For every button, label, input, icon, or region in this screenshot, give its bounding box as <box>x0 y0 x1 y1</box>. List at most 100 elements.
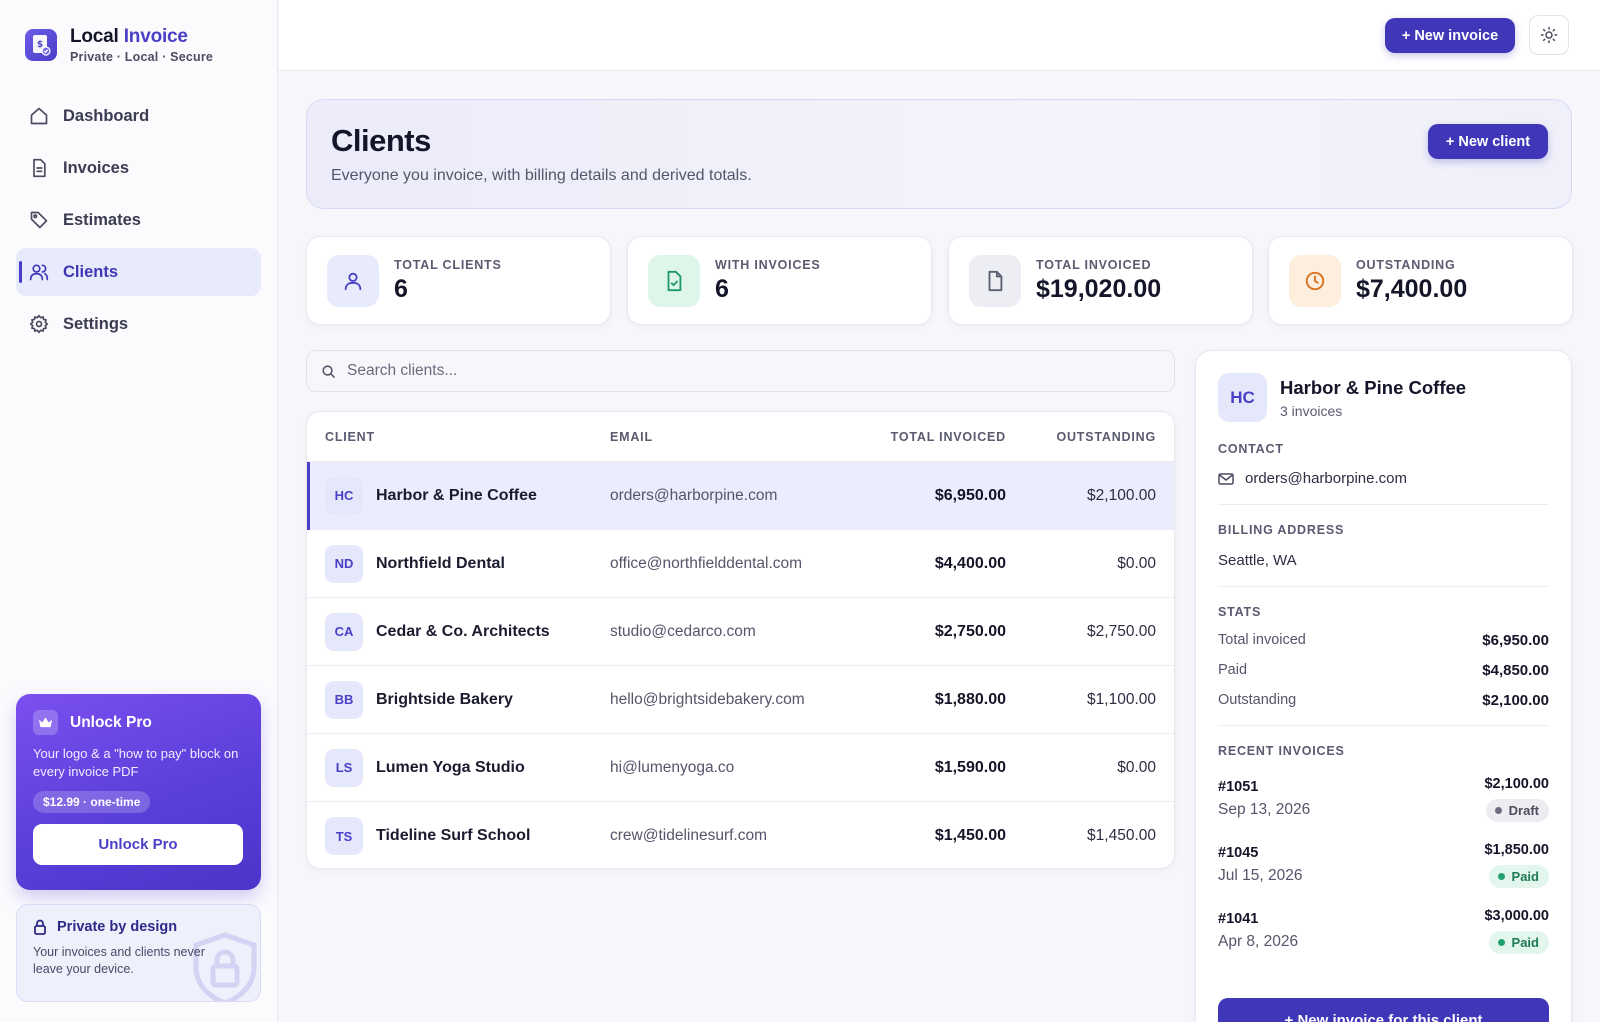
client-outstanding: $1,100.00 <box>1087 690 1156 708</box>
nav-label: Settings <box>63 314 129 333</box>
detail-client-name: Harbor & Pine Coffee <box>1280 376 1467 398</box>
privacy-card: Private by design Your invoices and clie… <box>16 904 261 1002</box>
sidebar: $ Local Invoice Private · Local · Secure… <box>0 0 278 1022</box>
table-row[interactable]: BB Brightside Bakery hello@brightsidebake… <box>307 666 1174 734</box>
recent-invoices-label: RECENT INVOICES <box>1218 744 1345 758</box>
client-name: Brightside Bakery <box>376 690 513 708</box>
nav-item-dashboard[interactable]: Dashboard <box>16 92 261 140</box>
brand-name: Local Invoice <box>70 26 188 47</box>
theme-toggle-button[interactable] <box>1529 15 1569 55</box>
column-header-email[interactable]: EMAIL <box>610 430 653 444</box>
table-row[interactable]: LS Lumen Yoga Studio hi@lumenyoga.co $1,5… <box>307 734 1174 802</box>
status-badge: Draft <box>1485 799 1549 822</box>
detail-address: Seattle, WA <box>1218 552 1297 569</box>
crown-icon <box>33 710 58 735</box>
file-icon <box>33 158 46 178</box>
users-icon <box>327 254 379 307</box>
stat-amount: $2,100.00 <box>1482 691 1549 709</box>
stat-amount: $4,850.00 <box>1482 661 1549 679</box>
client-email: studio@cedarco.com <box>610 622 756 640</box>
users-icon <box>29 264 49 281</box>
nav-item-settings[interactable]: Settings <box>16 300 261 348</box>
divider <box>1218 725 1549 726</box>
nav-label: Clients <box>63 262 119 281</box>
stat-value: 6 <box>715 274 729 303</box>
client-name: Northfield Dental <box>376 554 505 572</box>
detail-email[interactable]: orders@harborpine.com <box>1245 470 1407 487</box>
brand[interactable]: $ Local Invoice Private · Local · Secure <box>25 26 213 64</box>
client-name: Cedar & Co. Architects <box>376 622 550 640</box>
recent-invoice-item[interactable]: #1041 Apr 8, 2026 $3,000.00 Paid <box>1218 908 1549 974</box>
top-bar: + New invoice <box>279 0 1600 71</box>
client-name: Lumen Yoga Studio <box>376 758 525 776</box>
client-email: crew@tidelinesurf.com <box>610 827 768 844</box>
client-email: hi@lumenyoga.co <box>610 758 735 776</box>
table-row[interactable]: HC Harbor & Pine Coffee orders@harborpine… <box>307 462 1174 530</box>
nav-label: Invoices <box>63 158 130 177</box>
client-initials-avatar: BB <box>325 680 363 719</box>
nav-label: Dashboard <box>63 106 150 125</box>
page-subtitle: Everyone you invoice, with billing detai… <box>331 167 752 184</box>
nav-label: Estimates <box>63 210 141 229</box>
stat-name: Total invoiced <box>1218 632 1306 648</box>
tag-icon <box>30 211 48 229</box>
column-header-client[interactable]: CLIENT <box>325 430 375 444</box>
pro-title: Unlock Pro <box>70 713 152 731</box>
invoice-number: #1051 <box>1218 779 1259 795</box>
client-email: office@northfielddental.com <box>610 554 803 572</box>
column-header-total-invoiced[interactable]: TOTAL INVOICED <box>891 430 1006 444</box>
clients-table: CLIENT EMAIL TOTAL INVOICED OUTSTANDING … <box>306 411 1175 869</box>
search-icon <box>322 364 335 378</box>
nav-item-clients[interactable]: Clients <box>16 248 261 296</box>
stat-name: Paid <box>1218 662 1248 678</box>
client-outstanding: $2,100.00 <box>1087 486 1156 504</box>
client-name: Tideline Surf School <box>376 827 531 844</box>
sun-icon <box>1540 26 1558 44</box>
stat-label: OUTSTANDING <box>1356 257 1456 272</box>
client-initials-avatar: ND <box>325 544 363 583</box>
new-invoice-button[interactable]: + New invoice <box>1385 18 1515 53</box>
detail-initials-avatar: HC <box>1218 373 1267 422</box>
divider <box>1218 586 1549 587</box>
client-outstanding: $1,450.00 <box>1087 827 1156 844</box>
nav-item-invoices[interactable]: Invoices <box>16 144 261 192</box>
invoice-amount: $2,100.00 <box>1484 776 1549 792</box>
file-check-icon <box>648 254 700 307</box>
app-logo-icon: $ <box>25 29 57 61</box>
stats-label: STATS <box>1218 605 1262 619</box>
new-client-button[interactable]: + New client <box>1428 124 1548 159</box>
stat-card-total-clients: TOTAL CLIENTS 6 <box>306 236 611 325</box>
column-header-outstanding[interactable]: OUTSTANDING <box>1056 430 1156 444</box>
lock-icon <box>34 919 46 935</box>
client-email: hello@brightsidebakery.com <box>610 690 805 708</box>
table-row[interactable]: ND Northfield Dental office@northfieldden… <box>307 530 1174 598</box>
privacy-text: Your invoices and clients never leave yo… <box>33 945 205 976</box>
search-input[interactable] <box>347 362 1127 380</box>
invoice-date: Jul 15, 2026 <box>1218 867 1303 884</box>
nav-item-estimates[interactable]: Estimates <box>16 196 261 244</box>
invoice-date: Sep 13, 2026 <box>1218 801 1311 818</box>
table-row[interactable]: CA Cedar & Co. Architects studio@cedarco.… <box>307 598 1174 666</box>
main-nav: Dashboard Invoices Estimates Clients Set… <box>16 92 261 352</box>
page-header: Clients Everyone you invoice, with billi… <box>306 99 1572 209</box>
new-invoice-for-client-button[interactable]: + New invoice for this client <box>1218 998 1549 1022</box>
pro-price-badge: $12.99 · one-time <box>33 791 151 813</box>
recent-invoice-item[interactable]: #1045 Jul 15, 2026 $1,850.00 Paid <box>1218 842 1549 908</box>
document-icon <box>969 254 1021 307</box>
recent-invoice-item[interactable]: #1051 Sep 13, 2026 $2,100.00 Draft <box>1218 776 1549 842</box>
privacy-title: Private by design <box>57 919 178 935</box>
search-bar <box>306 350 1175 392</box>
table-row[interactable]: TS Tideline Surf School crew@tidelinesurf… <box>307 802 1174 868</box>
billing-address-label: BILLING ADDRESS <box>1218 523 1345 537</box>
stat-label: TOTAL INVOICED <box>1036 257 1152 272</box>
invoice-number: #1041 <box>1218 911 1259 927</box>
client-email: orders@harborpine.com <box>610 486 778 504</box>
clock-icon <box>1289 254 1341 307</box>
invoice-amount: $3,000.00 <box>1484 908 1549 924</box>
client-outstanding: $2,750.00 <box>1087 622 1156 640</box>
divider <box>1218 504 1549 505</box>
client-initials-avatar: TS <box>325 817 363 855</box>
unlock-pro-button[interactable]: Unlock Pro <box>33 824 243 865</box>
stat-card-total-invoiced: TOTAL INVOICED $19,020.00 <box>948 236 1253 325</box>
client-total-invoiced: $1,450.00 <box>934 827 1006 844</box>
